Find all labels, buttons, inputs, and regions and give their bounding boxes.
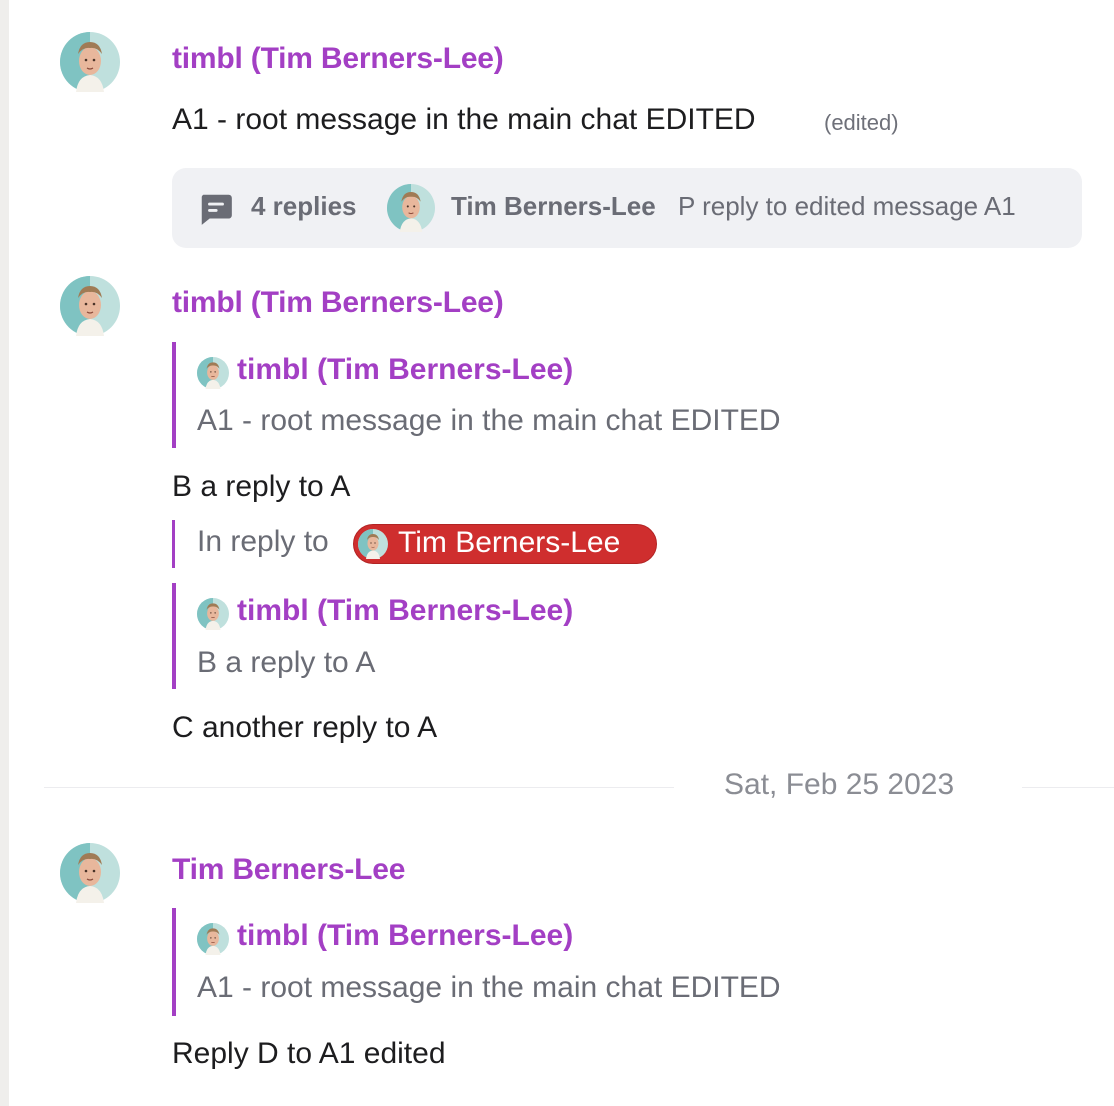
message-author[interactable]: Tim Berners-Lee bbox=[172, 853, 405, 887]
user-avatar-icon bbox=[387, 184, 435, 232]
message-text: A1 - root message in the main chat EDITE… bbox=[172, 103, 756, 136]
mention-name: Tim Berners-Lee bbox=[398, 526, 621, 559]
in-reply-label: In reply to bbox=[197, 525, 329, 558]
chat-bubble-icon bbox=[201, 194, 232, 225]
user-avatar-icon[interactable] bbox=[60, 843, 120, 903]
last-reply-author: Tim Berners-Lee bbox=[451, 191, 656, 221]
divider-line bbox=[44, 787, 674, 788]
quoted-message[interactable]: timbl (Tim Berners-Lee) A1 - root messag… bbox=[172, 342, 876, 448]
reply-count: 4 replies bbox=[251, 191, 357, 221]
quoted-text: A1 - root message in the main chat EDITE… bbox=[197, 971, 781, 1004]
in-reply-to: In reply to Tim Berners-Lee bbox=[172, 520, 675, 568]
thread-summary[interactable]: 4 replies Tim Berners-Lee P reply to edi… bbox=[172, 168, 1082, 248]
message-author[interactable]: timbl (Tim Berners-Lee) bbox=[172, 42, 504, 76]
message-text: Reply D to A1 edited bbox=[172, 1037, 446, 1070]
user-avatar-icon bbox=[197, 598, 229, 630]
date-label: Sat, Feb 25 2023 bbox=[724, 768, 955, 801]
left-edge-bar bbox=[0, 0, 9, 1106]
last-reply-text: P reply to edited message A1 bbox=[678, 191, 1016, 221]
quoted-author: timbl (Tim Berners-Lee) bbox=[237, 594, 574, 627]
user-avatar-icon[interactable] bbox=[60, 32, 120, 92]
quoted-message[interactable]: timbl (Tim Berners-Lee) B a reply to A bbox=[172, 583, 876, 689]
divider-line bbox=[1022, 787, 1114, 788]
quoted-author: timbl (Tim Berners-Lee) bbox=[237, 353, 574, 386]
user-avatar-icon bbox=[197, 923, 229, 955]
edited-label: (edited) bbox=[824, 110, 899, 135]
user-avatar-icon bbox=[358, 529, 388, 559]
user-avatar-icon[interactable] bbox=[60, 276, 120, 336]
quoted-text: A1 - root message in the main chat EDITE… bbox=[197, 404, 781, 437]
message-text: B a reply to A bbox=[172, 470, 351, 503]
message-text: C another reply to A bbox=[172, 711, 438, 744]
quoted-text: B a reply to A bbox=[197, 646, 376, 679]
message-author[interactable]: timbl (Tim Berners-Lee) bbox=[172, 286, 504, 320]
user-avatar-icon bbox=[197, 357, 229, 389]
quoted-message[interactable]: timbl (Tim Berners-Lee) A1 - root messag… bbox=[172, 908, 876, 1016]
quoted-author: timbl (Tim Berners-Lee) bbox=[237, 919, 574, 952]
mention-chip[interactable]: Tim Berners-Lee bbox=[353, 524, 657, 564]
